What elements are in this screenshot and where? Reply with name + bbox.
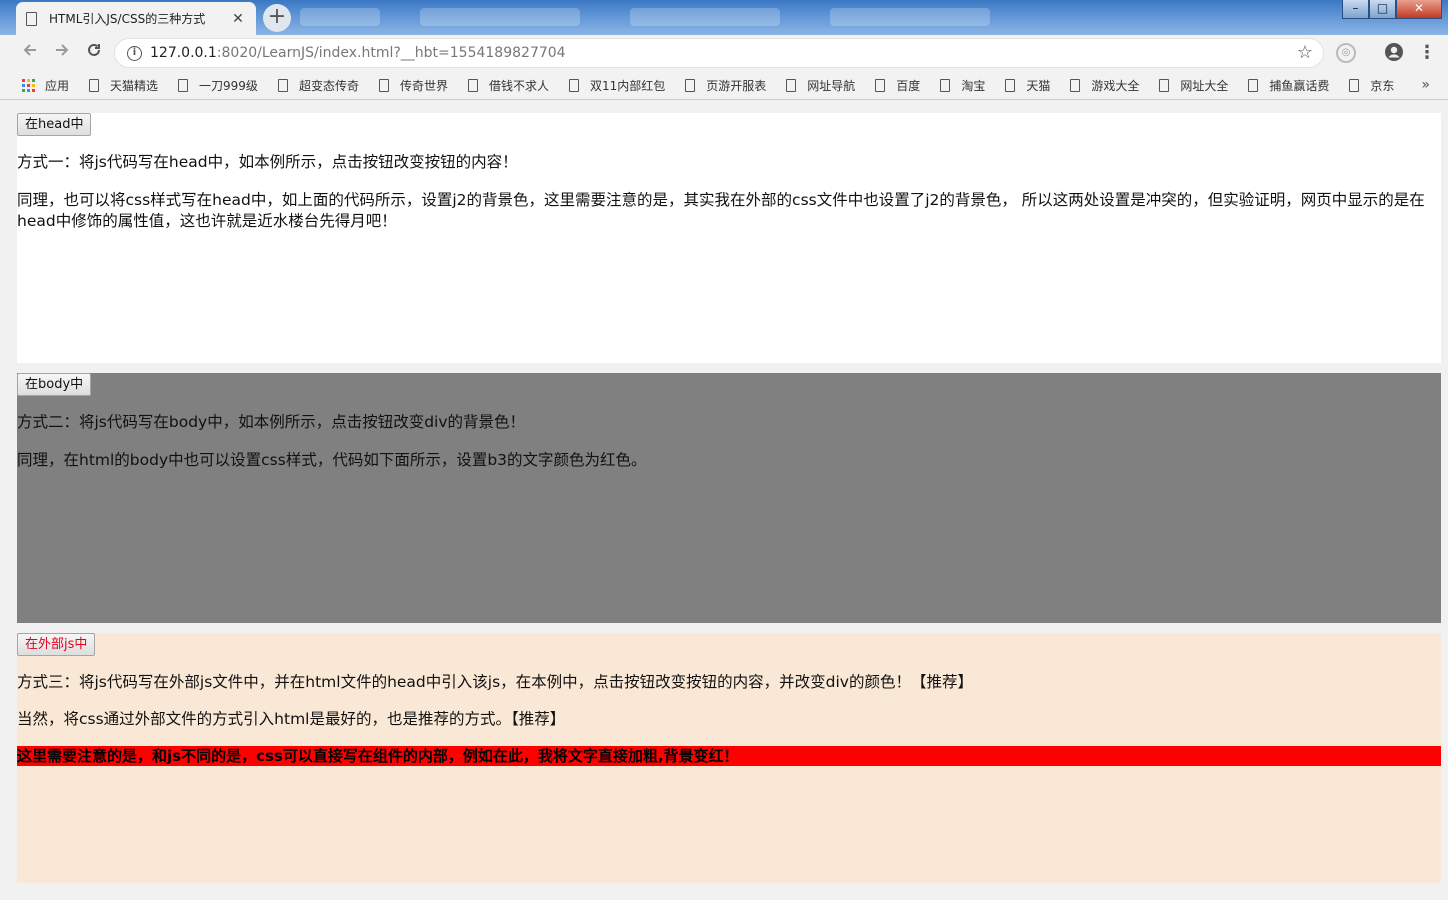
page-icon (940, 78, 951, 92)
page-icon (1159, 78, 1170, 92)
bookmark-star-icon[interactable]: ☆ (1297, 42, 1313, 63)
bookmark-item[interactable]: 京东 (1349, 77, 1394, 94)
bookmark-label: 百度 (896, 78, 921, 93)
page-icon (378, 78, 389, 92)
section-external: 在外部js中 方式三：将js代码写在外部js文件中，并在html文件的head中… (17, 633, 1441, 883)
bookmark-item[interactable]: 借钱不求人 (467, 77, 549, 94)
bookmark-label: 捕鱼赢话费 (1269, 78, 1330, 93)
bookmark-label: 传奇世界 (399, 78, 448, 93)
tab-title: HTML引入JS/CSS的三种方式 (49, 12, 206, 26)
bookmark-label: 网址大全 (1180, 78, 1229, 93)
profile-icon[interactable] (1383, 42, 1405, 64)
bookmarks-bar: 应用 天猫精选 一刀999级 超变态传奇 传奇世界 借钱不求人 双11内部红包 … (0, 71, 1448, 100)
bookmark-label: 游戏大全 (1091, 78, 1140, 93)
section-body: 在body中 方式二：将js代码写在body中，如本例所示，点击按钮改变div的… (17, 373, 1441, 623)
page-icon (277, 78, 288, 92)
section-head: 在head中 方式一：将js代码写在head中，如本例所示，点击按钮改变按钮的内… (17, 113, 1441, 363)
bookmark-label: 淘宝 (961, 78, 986, 93)
bookmark-item[interactable]: 天猫精选 (89, 77, 158, 94)
browser-toolbar: i 127.0.0.1:8020/LearnJS/index.html?__hb… (0, 35, 1448, 71)
bookmark-item[interactable]: 超变态传奇 (277, 77, 359, 94)
bookmark-label: 一刀999级 (199, 78, 258, 93)
tab-strip: HTML引入JS/CSS的三种方式 ✕ + – □ ✕ (0, 0, 1448, 35)
site-info-icon[interactable]: i (127, 45, 142, 61)
bookmark-item[interactable]: 网址导航 (786, 77, 855, 94)
page-viewport: 在head中 方式一：将js代码写在head中，如本例所示，点击按钮改变按钮的内… (0, 101, 1448, 900)
window-close-button[interactable]: ✕ (1396, 0, 1442, 19)
url-host: 127.0.0.1 (150, 45, 217, 61)
head-button[interactable]: 在head中 (17, 113, 92, 136)
apps-grid-icon (22, 78, 35, 92)
external-js-button[interactable]: 在外部js中 (17, 633, 96, 656)
section-body-text-2: 同理，在html的body中也可以设置css样式，代码如下面所示，设置b3的文字… (17, 451, 647, 469)
bookmark-item[interactable]: 双11内部红包 (568, 77, 666, 94)
bookmark-item[interactable]: 捕鱼赢话费 (1248, 77, 1329, 94)
background-tab[interactable] (420, 8, 580, 26)
tab-close-icon[interactable]: ✕ (230, 11, 246, 27)
bookmark-label: 天猫精选 (110, 78, 159, 93)
background-tab[interactable] (630, 8, 780, 26)
bookmark-item[interactable]: 天猫 (1005, 77, 1050, 94)
highlighted-bold-text: 这里需要注意的是，和js不同的是，css可以直接写在组件的内部，例如在此，我将文… (17, 746, 1441, 766)
bookmark-item[interactable]: 页游开服表 (685, 77, 766, 94)
active-tab[interactable]: HTML引入JS/CSS的三种方式 ✕ (16, 2, 256, 35)
kebab-menu-icon[interactable]: ⋮ (1416, 42, 1438, 64)
bookmark-label: 应用 (45, 78, 70, 93)
background-tab[interactable] (830, 8, 990, 26)
page-icon (685, 78, 696, 92)
section-body-text-1: 方式二：将js代码写在body中，如本例所示，点击按钮改变div的背景色！ (17, 413, 526, 431)
section-head-text-2: 同理，也可以将css样式写在head中，如上面的代码所示，设置j2的背景色，这里… (17, 191, 1425, 230)
window-minimize-button[interactable]: – (1342, 0, 1369, 19)
section-external-text-2: 当然，将css通过外部文件的方式引入html是最好的，也是推荐的方式。【推荐】 (17, 710, 566, 728)
forward-arrow-icon[interactable] (49, 40, 75, 66)
bookmark-label: 天猫 (1026, 78, 1051, 93)
page-icon (26, 11, 37, 26)
bookmark-item[interactable]: 传奇世界 (378, 77, 448, 94)
back-arrow-icon[interactable] (17, 40, 43, 66)
page-icon (89, 78, 100, 92)
window-maximize-button[interactable]: □ (1369, 0, 1396, 19)
bookmark-item[interactable]: 网址大全 (1159, 77, 1228, 94)
bookmark-label: 京东 (1370, 78, 1395, 93)
bookmark-item[interactable]: 一刀999级 (178, 77, 258, 94)
page-icon (875, 78, 886, 92)
page-icon (1349, 78, 1360, 92)
bookmark-label: 页游开服表 (706, 78, 767, 93)
bookmark-label: 借钱不求人 (488, 78, 549, 93)
page-icon (1070, 78, 1081, 92)
bookmark-item[interactable]: 淘宝 (940, 77, 985, 94)
page-icon (1248, 78, 1259, 92)
bookmark-apps[interactable]: 应用 (22, 77, 69, 94)
section-head-text-1: 方式一：将js代码写在head中，如本例所示，点击按钮改变按钮的内容！ (17, 153, 518, 171)
bookmark-item[interactable]: 游戏大全 (1070, 77, 1139, 94)
address-bar[interactable]: i 127.0.0.1:8020/LearnJS/index.html?__hb… (114, 38, 1324, 68)
extension-icon[interactable]: ◎ (1336, 43, 1356, 63)
page-icon (1005, 78, 1016, 92)
background-tab[interactable] (300, 8, 380, 26)
page-icon (178, 78, 189, 92)
bookmark-label: 网址导航 (807, 78, 856, 93)
body-button[interactable]: 在body中 (17, 373, 92, 396)
section-external-text-1: 方式三：将js代码写在外部js文件中，并在html文件的head中引入该js，在… (17, 673, 973, 691)
page-icon (467, 78, 478, 92)
reload-icon[interactable] (81, 40, 107, 66)
bookmark-label: 双11内部红包 (589, 78, 666, 93)
page-icon (786, 78, 797, 92)
page-icon (568, 78, 579, 92)
bookmark-item[interactable]: 百度 (875, 77, 920, 94)
page-margin (0, 101, 8, 900)
new-tab-button[interactable]: + (263, 4, 291, 32)
bookmark-label: 超变态传奇 (298, 78, 359, 93)
bookmarks-overflow-chevron-icon[interactable]: » (1421, 77, 1430, 93)
url-path: :8020/LearnJS/index.html?__hbt=155418982… (216, 45, 566, 61)
